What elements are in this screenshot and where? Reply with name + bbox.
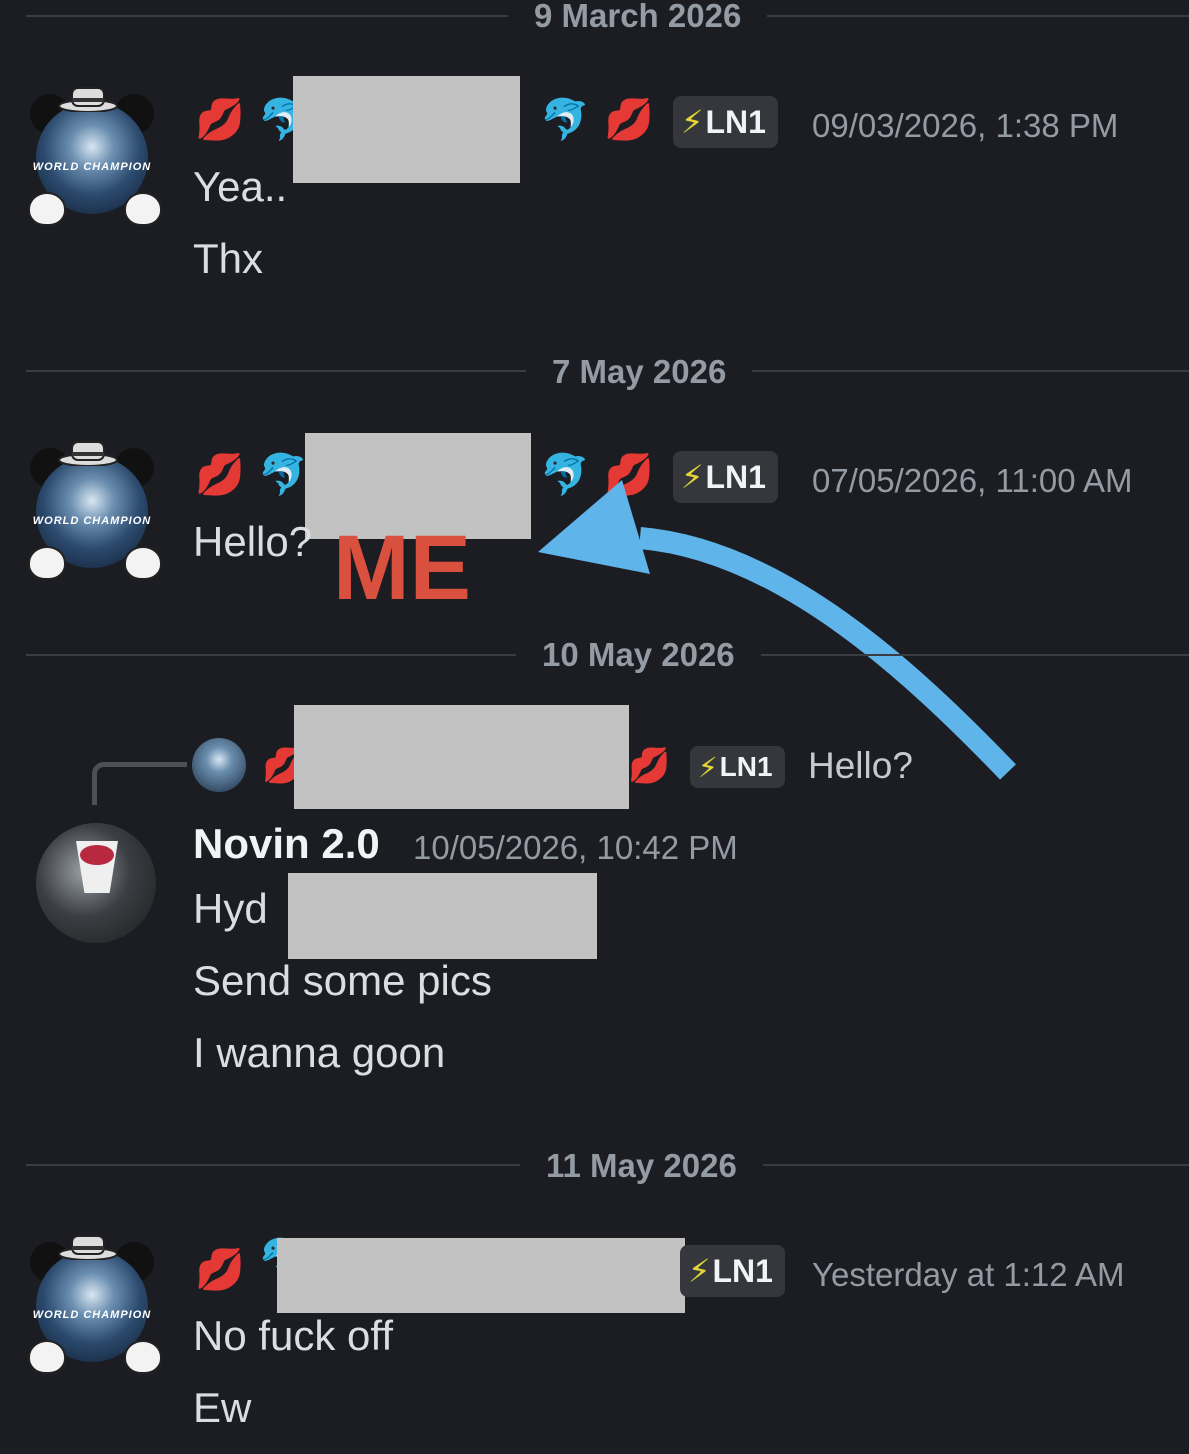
glove-right-icon — [124, 192, 162, 226]
lips-icon: 💋 — [195, 98, 245, 142]
annotation-label: ME — [333, 517, 471, 619]
author-name[interactable]: Novin 2.0 — [193, 819, 380, 869]
reply-connector — [92, 762, 187, 805]
glove-left-icon — [28, 1340, 66, 1374]
timestamp: 09/03/2026, 1:38 PM — [812, 107, 1119, 144]
message-line: No fuck off — [193, 1312, 393, 1359]
bolt-icon: ⚡ — [681, 104, 704, 140]
date-label: 10 May 2026 — [516, 635, 761, 675]
date-label: 11 May 2026 — [520, 1146, 763, 1186]
lips-icon: 💋 — [604, 98, 654, 142]
avatar-image-detail — [80, 845, 114, 865]
date-label: 9 March 2026 — [508, 0, 768, 36]
server-tag[interactable]: ⚡ LN1 — [680, 1245, 785, 1297]
date-label: 7 May 2026 — [526, 352, 753, 392]
avatar-caption: WORLD CHAMPION — [32, 1309, 152, 1321]
server-tag-label: LN1 — [719, 751, 773, 782]
bolt-icon: ⚡ — [698, 751, 718, 783]
server-tag[interactable]: ⚡ LN1 — [673, 96, 778, 148]
message-line: I wanna goon — [193, 1029, 446, 1076]
message-line: Ew — [193, 1384, 252, 1431]
reply-preview-text[interactable]: Hello? — [808, 746, 913, 786]
lips-icon: 💋 — [195, 1248, 245, 1292]
message-line: Yea.. — [193, 163, 288, 210]
reply-avatar[interactable] — [192, 738, 246, 792]
server-tag-label: LN1 — [712, 1252, 773, 1289]
avatar[interactable]: WORLD CHAMPION — [28, 87, 162, 226]
avatar-caption: WORLD CHAMPION — [32, 515, 152, 527]
glove-left-icon — [28, 546, 66, 580]
message-line: Hello? — [193, 518, 313, 565]
redacted-text — [288, 873, 597, 959]
hat-icon — [58, 441, 118, 466]
redacted-username — [277, 1238, 685, 1313]
message-line: Thx — [193, 235, 264, 282]
timestamp: Yesterday at 1:12 AM — [812, 1256, 1125, 1293]
avatar[interactable] — [36, 823, 156, 943]
lips-icon: 💋 — [195, 453, 245, 497]
redacted-username — [294, 705, 629, 809]
glove-right-icon — [124, 1340, 162, 1374]
glove-right-icon — [124, 546, 162, 580]
hat-icon — [58, 1235, 118, 1260]
avatar[interactable]: WORLD CHAMPION — [28, 1235, 162, 1374]
avatar[interactable]: WORLD CHAMPION — [28, 441, 162, 580]
glove-left-icon — [28, 192, 66, 226]
hat-icon — [58, 87, 118, 112]
server-tag[interactable]: ⚡ LN1 — [690, 746, 785, 788]
lips-icon: 💋 — [628, 747, 671, 785]
dolphin-icon: 🐬 — [258, 453, 308, 497]
bolt-icon: ⚡ — [688, 1253, 711, 1289]
message-line: Send some pics — [193, 957, 492, 1004]
timestamp: 10/05/2026, 10:42 PM — [413, 829, 738, 866]
dolphin-icon: 🐬 — [540, 98, 590, 142]
redacted-username — [293, 76, 520, 183]
avatar-caption: WORLD CHAMPION — [32, 161, 152, 173]
server-tag-label: LN1 — [705, 103, 766, 140]
message-line: Hyd — [193, 885, 268, 932]
